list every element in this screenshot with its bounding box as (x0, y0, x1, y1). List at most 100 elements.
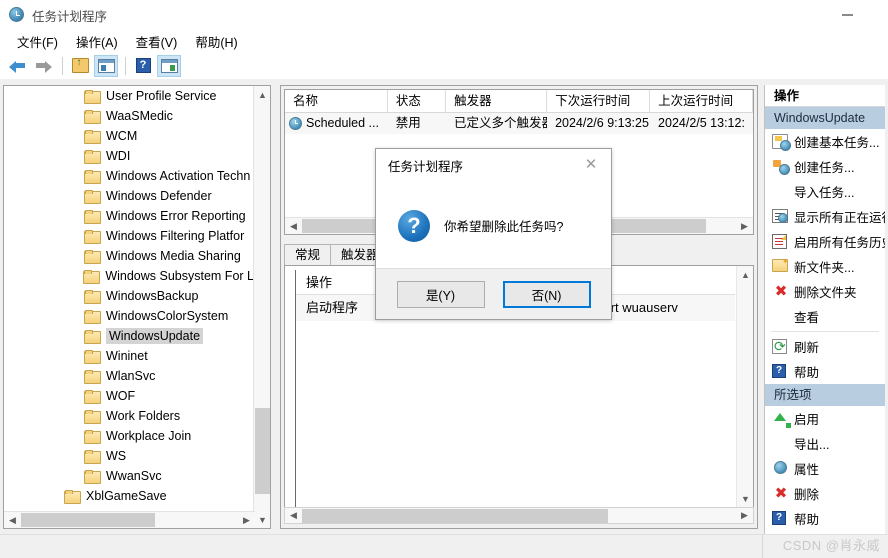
list-hscroll-left-arrow[interactable]: ◀ (285, 221, 302, 232)
tab-general[interactable]: 常规 (284, 244, 332, 266)
tree-item[interactable]: Wininet (4, 346, 254, 366)
table-row[interactable]: Scheduled ... 禁用 已定义多个触发器 2024/2/6 9:13:25 2… (285, 113, 753, 134)
detail-scroll-down-arrow[interactable]: ▼ (737, 490, 753, 507)
detail-hscroll-right-arrow[interactable]: ▶ (736, 510, 753, 521)
detail-horizontal-scrollbar[interactable]: ◀ ▶ (284, 507, 754, 524)
back-button[interactable] (5, 55, 29, 77)
help-question-icon: ? (771, 510, 789, 527)
menu-view[interactable]: 查看(V) (127, 30, 187, 53)
tree-scroll-down-arrow[interactable]: ▼ (254, 511, 270, 528)
tree-item[interactable]: WaaSMedic (4, 106, 254, 126)
action-import-task[interactable]: 导入任务... (765, 179, 885, 204)
delete-x-icon: ✖ (771, 486, 789, 502)
tree-item[interactable]: WindowsColorSystem (4, 306, 254, 326)
menu-action[interactable]: 操作(A) (67, 30, 127, 53)
tree-item-label: Windows Subsystem For L (105, 269, 254, 283)
action-item-label: 导出... (794, 438, 830, 452)
action-enable-all-tasks-history[interactable]: 启用所有任务历史 (765, 229, 885, 254)
folder-icon (84, 249, 101, 264)
tree-item[interactable]: WOF (4, 386, 254, 406)
task-name-label: Scheduled ... (306, 116, 379, 130)
task-list-header: 名称 状态 触发器 下次运行时间 上次运行时间 (285, 90, 753, 113)
tree-item[interactable]: Workplace Join (4, 426, 254, 446)
dialog-no-button[interactable]: 否(N) (502, 280, 591, 308)
action-create-basic-task[interactable]: 创建基本任务... (765, 129, 885, 154)
actions-folder-items[interactable]: 创建基本任务... 创建任务... 导入任务... 显示所有正在运行启用所有任务历史新… (765, 129, 885, 384)
tree-item[interactable]: WindowsBackup (4, 286, 254, 306)
folder-icon (84, 229, 101, 244)
column-header[interactable]: 下次运行时间 (547, 90, 651, 113)
task-clock-icon (289, 117, 302, 130)
tree-item[interactable]: WS (4, 446, 254, 466)
action-refresh[interactable]: 刷新 (765, 334, 885, 359)
tree-scroll-up-arrow[interactable]: ▲ (254, 86, 270, 103)
show-hide-console-tree-button[interactable] (94, 54, 118, 77)
detail-hscroll-left-arrow[interactable]: ◀ (285, 510, 302, 521)
up-folder-button[interactable] (68, 55, 92, 77)
action-enable[interactable]: 启用 (765, 406, 885, 431)
detail-hscroll-thumb[interactable] (302, 508, 608, 523)
folder-icon (84, 189, 101, 204)
show-hide-action-pane-button[interactable] (157, 54, 181, 77)
dialog-close-icon[interactable]: ✕ (571, 149, 611, 179)
action-export[interactable]: 导出... (765, 431, 885, 456)
minimize-button[interactable] (824, 0, 870, 30)
column-header[interactable]: 名称 (285, 90, 388, 113)
tree-item[interactable]: User Profile Service (4, 86, 254, 106)
tree-hscroll-left-arrow[interactable]: ◀ (4, 515, 21, 526)
tree-horizontal-scrollbar[interactable]: ◀ ▶ (4, 511, 255, 528)
action-new-folder[interactable]: 新文件夹... (765, 254, 885, 279)
action-help-selected[interactable]: ? 帮助 (765, 506, 885, 531)
tree-item[interactable]: Work Folders (4, 406, 254, 426)
tree-item[interactable]: Windows Filtering Platfor (4, 226, 254, 246)
action-view[interactable]: 查看 (765, 304, 885, 329)
tree-item[interactable]: Windows Media Sharing (4, 246, 254, 266)
watermark: CSDN @肖永威 (782, 538, 880, 553)
action-item-label: 属性 (794, 463, 820, 477)
tree-item[interactable]: WlanSvc (4, 366, 254, 386)
tree-item[interactable]: WwanSvc (4, 466, 254, 486)
tree-hscroll-right-arrow[interactable]: ▶ (238, 515, 255, 526)
action-display-all-running-tasks[interactable]: 显示所有正在运行 (765, 204, 885, 229)
detail-scroll-up-arrow[interactable]: ▲ (737, 266, 753, 283)
folder-icon (84, 309, 101, 324)
help-button[interactable]: ? (131, 55, 155, 77)
tree-item-label: Workplace Join (106, 429, 192, 443)
tree-item[interactable]: WDI (4, 146, 254, 166)
tree-item-label: Wininet (106, 349, 148, 363)
action-properties[interactable]: 属性 (765, 456, 885, 481)
folder-icon (84, 469, 101, 484)
menu-file[interactable]: 文件(F) (8, 30, 67, 53)
column-header[interactable]: 触发器 (446, 90, 548, 113)
action-create-task[interactable]: 创建任务... (765, 154, 885, 179)
action-delete-folder[interactable]: ✖ 删除文件夹 (765, 279, 885, 304)
tree-hscroll-thumb[interactable] (21, 513, 155, 527)
folder-tree[interactable]: User Profile Service WaaSMedic WCM WDI Windo… (4, 86, 254, 506)
tree-vertical-scrollbar[interactable]: ▲ ▼ (253, 86, 270, 528)
tree-scroll-thumb[interactable] (255, 408, 270, 494)
action-delete[interactable]: ✖ 删除 (765, 481, 885, 506)
delete-x-icon-glyph: ✖ (774, 484, 788, 502)
column-header[interactable]: 状态 (388, 90, 447, 113)
actions-selected-items[interactable]: 启用导出... 属性 ✖ 删除? 帮助 (765, 406, 885, 531)
tree-item[interactable]: Windows Error Reporting (4, 206, 254, 226)
list-hscroll-right-arrow[interactable]: ▶ (736, 221, 753, 232)
action-help[interactable]: ? 帮助 (765, 359, 885, 384)
tree-item[interactable]: WCM (4, 126, 254, 146)
tree-item[interactable]: WindowsUpdate (4, 326, 254, 346)
action-item-label: 创建任务... (794, 161, 855, 175)
dialog-yes-button[interactable]: 是(Y) (396, 280, 485, 308)
menu-help[interactable]: 帮助(H) (186, 30, 246, 53)
column-header[interactable]: 上次运行时间 (650, 90, 753, 113)
tree-item[interactable]: XblGameSave (4, 486, 254, 506)
task-scheduler-window: 任务计划程序 文件(F) 操作(A) 查看(V) 帮助(H) ? (0, 0, 888, 558)
tree-item[interactable]: Windows Activation Techn (4, 166, 254, 186)
window-title: 任务计划程序 (32, 9, 108, 24)
tree-item[interactable]: Windows Subsystem For L (4, 266, 254, 286)
actions-selected-group-header: 所选项 (765, 384, 885, 406)
task-list-rows[interactable]: Scheduled ... 禁用 已定义多个触发器 2024/2/6 9:13:25 2… (285, 113, 753, 134)
tree-item[interactable]: Windows Defender (4, 186, 254, 206)
detail-vertical-scrollbar[interactable]: ▲ ▼ (736, 266, 753, 507)
forward-button[interactable] (31, 55, 55, 77)
task-status-cell: 禁用 (395, 116, 421, 130)
